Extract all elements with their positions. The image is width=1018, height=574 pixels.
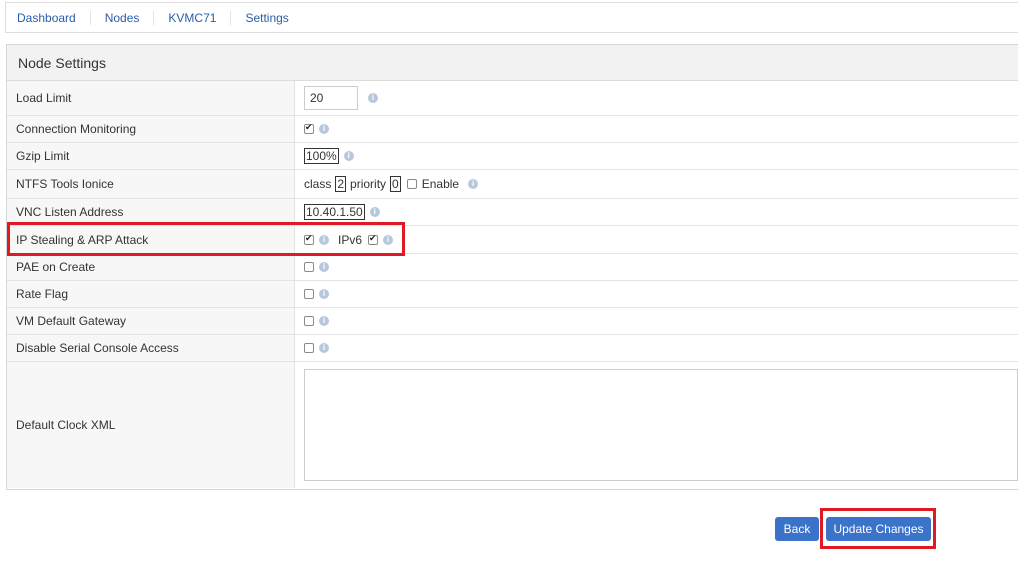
ip-stealing-checkbox[interactable]: [304, 233, 314, 245]
row-rate-flag: Rate Flag i: [7, 281, 1018, 308]
info-icon[interactable]: i: [368, 93, 378, 103]
info-icon[interactable]: i: [319, 343, 329, 353]
row-ntfs-tools-ionice: NTFS Tools Ionice class 2 priority 0 Ena…: [7, 170, 1018, 199]
class-input[interactable]: 2: [335, 176, 347, 192]
info-icon[interactable]: i: [319, 262, 329, 272]
row-gzip-limit: Gzip Limit 100% i: [7, 143, 1018, 170]
breadcrumb-separator: [153, 10, 155, 25]
row-vm-default-gateway: VM Default Gateway i: [7, 308, 1018, 335]
priority-input[interactable]: 0: [390, 176, 401, 192]
info-icon[interactable]: i: [383, 234, 394, 245]
row-default-clock-xml: Default Clock XML: [7, 362, 1018, 488]
breadcrumb-nodes[interactable]: Nodes: [95, 11, 150, 25]
ipv6-checkbox[interactable]: [368, 233, 379, 245]
ntfs-tools-ionice-label: NTFS Tools Ionice: [7, 170, 295, 198]
class-label: class: [304, 177, 332, 191]
node-settings-panel: Node Settings Load Limit i Connection Mo…: [6, 44, 1018, 490]
load-limit-input[interactable]: [304, 86, 358, 110]
row-pae-on-create: PAE on Create i: [7, 254, 1018, 281]
pae-on-create-checkbox[interactable]: [304, 262, 314, 272]
breadcrumb-separator: [230, 10, 232, 25]
vnc-listen-address-label: VNC Listen Address: [7, 199, 295, 225]
breadcrumb: Dashboard Nodes KVMC71 Settings: [5, 2, 1018, 33]
info-icon[interactable]: i: [319, 316, 329, 326]
info-icon[interactable]: i: [319, 234, 329, 245]
row-ip-stealing: IP Stealing & ARP Attack i IPv6 i: [7, 226, 1018, 254]
row-disable-serial-console: Disable Serial Console Access i: [7, 335, 1018, 362]
disable-serial-console-checkbox[interactable]: [304, 343, 314, 353]
default-clock-xml-textarea[interactable]: [304, 369, 1018, 481]
breadcrumb-dashboard[interactable]: Dashboard: [6, 11, 86, 25]
info-icon[interactable]: i: [369, 207, 380, 217]
connection-monitoring-checkbox[interactable]: [304, 122, 314, 134]
pae-on-create-label: PAE on Create: [7, 254, 295, 280]
panel-title: Node Settings: [7, 45, 1018, 81]
gzip-limit-label: Gzip Limit: [7, 143, 295, 169]
info-icon[interactable]: i: [319, 289, 329, 299]
row-load-limit: Load Limit i: [7, 81, 1018, 116]
row-vnc-listen-address: VNC Listen Address 10.40.1.50 i: [7, 199, 1018, 226]
ipv6-label: IPv6: [338, 232, 363, 247]
load-limit-label: Load Limit: [7, 81, 295, 115]
priority-label: priority: [350, 177, 387, 191]
row-connection-monitoring: Connection Monitoring i: [7, 116, 1018, 143]
connection-monitoring-label: Connection Monitoring: [7, 116, 295, 142]
disable-serial-console-label: Disable Serial Console Access: [7, 335, 295, 361]
default-clock-xml-label: Default Clock XML: [7, 362, 295, 488]
ip-stealing-label: IP Stealing & ARP Attack: [7, 226, 295, 253]
vm-default-gateway-checkbox[interactable]: [304, 316, 314, 326]
breadcrumb-settings[interactable]: Settings: [235, 11, 298, 25]
gzip-limit-input[interactable]: 100%: [304, 148, 339, 164]
vm-default-gateway-label: VM Default Gateway: [7, 308, 295, 334]
rate-flag-label: Rate Flag: [7, 281, 295, 307]
breadcrumb-separator: [89, 10, 91, 25]
update-changes-button[interactable]: Update Changes: [826, 517, 931, 541]
info-icon[interactable]: i: [319, 124, 329, 134]
back-button[interactable]: Back: [775, 517, 819, 541]
info-icon[interactable]: i: [343, 151, 354, 161]
rate-flag-checkbox[interactable]: [304, 289, 314, 299]
vnc-listen-address-input[interactable]: 10.40.1.50: [304, 204, 365, 220]
info-icon[interactable]: i: [468, 179, 479, 189]
breadcrumb-kvmc71[interactable]: KVMC71: [158, 11, 226, 25]
enable-checkbox[interactable]: [406, 179, 417, 189]
enable-label: Enable: [421, 177, 460, 191]
